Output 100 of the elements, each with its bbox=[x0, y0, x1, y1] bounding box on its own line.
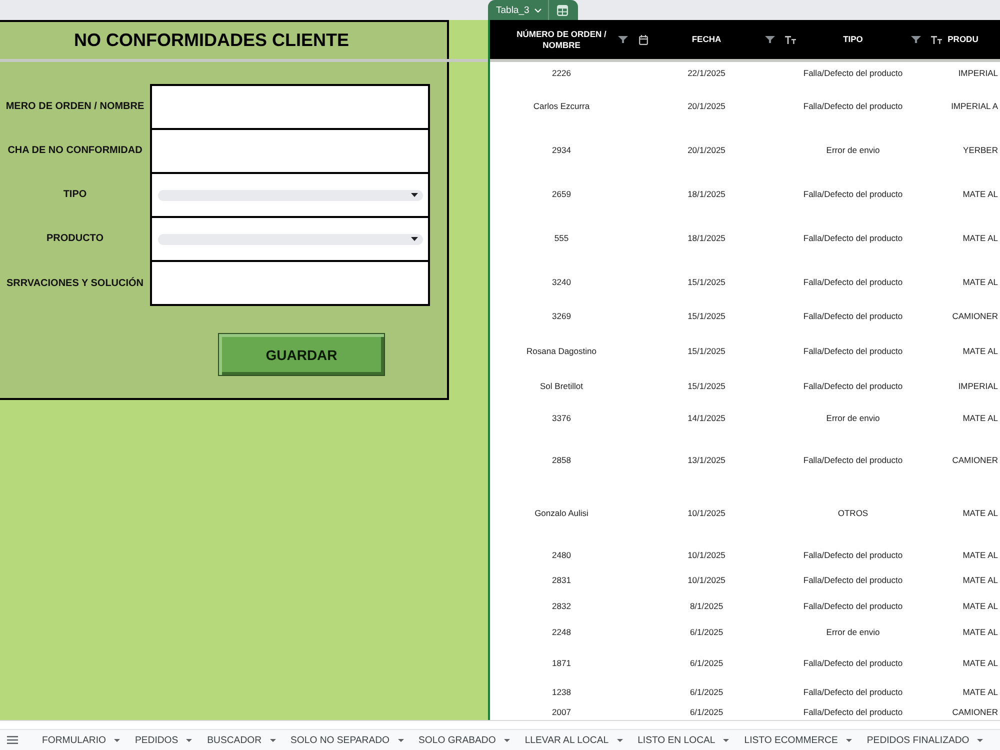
input-field[interactable] bbox=[150, 128, 430, 172]
table-value: 3376 bbox=[552, 413, 571, 423]
filter-icon[interactable] bbox=[911, 36, 921, 43]
caret-icon bbox=[723, 738, 730, 742]
table-value: CAMIONER bbox=[952, 707, 998, 717]
table-value: Sol Bretillot bbox=[540, 381, 583, 391]
table-value: OTROS bbox=[838, 508, 868, 518]
table-value: Falla/Defecto del producto bbox=[803, 101, 903, 111]
table-value: Carlos Ezcurra bbox=[533, 101, 590, 111]
field-label: MERO DE ORDEN / NOMBRE bbox=[6, 100, 144, 112]
table-value: Falla/Defecto del producto bbox=[803, 233, 903, 243]
caret-icon bbox=[398, 738, 404, 742]
table-value: 1238 bbox=[552, 687, 571, 697]
table-value: MATE AL bbox=[962, 658, 998, 668]
sheet-tab[interactable]: LISTO ECOMMERCE bbox=[737, 730, 859, 750]
table-value: Falla/Defecto del producto bbox=[803, 311, 903, 321]
sheet-tab[interactable]: PEDIDOS bbox=[128, 730, 200, 750]
table-value: Falla/Defecto del producto bbox=[803, 550, 903, 560]
caret-icon bbox=[504, 738, 510, 742]
table-value: MATE AL bbox=[962, 233, 998, 243]
field-label: TIPO bbox=[63, 188, 87, 200]
dropdown-field[interactable] bbox=[158, 234, 423, 244]
table-value: 6/1/2025 bbox=[690, 627, 724, 637]
table-value: 10/1/2025 bbox=[688, 508, 726, 518]
table-value: Rosana Dagostino bbox=[526, 346, 596, 356]
table-value: 15/1/2025 bbox=[688, 311, 726, 321]
table-value: MATE AL bbox=[962, 413, 998, 423]
field-label: SRRVACIONES Y SOLUCIÓN bbox=[6, 278, 144, 288]
table-value: 15/1/2025 bbox=[688, 277, 726, 287]
sheet-tab[interactable]: FORMULARIO bbox=[35, 730, 127, 750]
table-value: YERBER bbox=[963, 145, 998, 155]
table-value: 6/1/2025 bbox=[690, 658, 724, 668]
table-value: 13/1/2025 bbox=[688, 455, 726, 465]
table-value: 8/1/2025 bbox=[690, 601, 724, 611]
table-value: 6/1/2025 bbox=[690, 707, 724, 717]
table-value: MATE AL bbox=[962, 627, 998, 637]
table-value: Falla/Defecto del producto bbox=[803, 68, 903, 78]
sheet-tab[interactable]: LLEVAR AL LOCAL bbox=[518, 730, 630, 750]
table-value: Falla/Defecto del producto bbox=[803, 687, 903, 697]
caret-icon bbox=[977, 738, 984, 742]
menu-icon[interactable] bbox=[7, 736, 18, 744]
sheet-tab[interactable]: SOLO GRABADO bbox=[412, 730, 517, 750]
table-value: 555 bbox=[554, 233, 569, 243]
table-value: 2831 bbox=[552, 575, 571, 585]
input-field[interactable] bbox=[150, 84, 430, 128]
filter-icon[interactable] bbox=[765, 36, 775, 43]
table-value: MATE AL bbox=[962, 346, 998, 356]
caret-icon bbox=[411, 193, 418, 197]
column-header: TIPO bbox=[843, 34, 863, 45]
table-value: 22/1/2025 bbox=[688, 68, 726, 78]
table-icon[interactable] bbox=[557, 4, 568, 16]
table-value: MATE AL bbox=[962, 508, 998, 518]
table-value: 2226 bbox=[552, 68, 571, 78]
table-value: Falla/Defecto del producto bbox=[803, 189, 903, 199]
table-value: 2659 bbox=[552, 189, 571, 199]
input-field[interactable] bbox=[150, 260, 430, 306]
table-value: MATE AL bbox=[962, 687, 998, 697]
table-value: Error de envio bbox=[826, 413, 880, 423]
caret-icon bbox=[270, 738, 276, 742]
table-value: 15/1/2025 bbox=[688, 381, 726, 391]
table-value: 2480 bbox=[552, 550, 571, 560]
field-label: PRODUCTO bbox=[46, 232, 104, 244]
table-value: Falla/Defecto del producto bbox=[803, 455, 903, 465]
table-value: IMPERIAL bbox=[958, 381, 998, 391]
table-value: 2832 bbox=[552, 601, 571, 611]
table-value: MATE AL bbox=[962, 277, 998, 287]
table-value: CAMIONER bbox=[952, 455, 998, 465]
table-value: 10/1/2025 bbox=[688, 550, 726, 560]
field-label: CHA DE NO CONFORMIDAD bbox=[8, 144, 142, 156]
save-button[interactable]: GUARDAR bbox=[218, 333, 385, 376]
table-value: Falla/Defecto del producto bbox=[803, 575, 903, 585]
table-value: IMPERIAL bbox=[958, 68, 998, 78]
table-value: 2934 bbox=[552, 145, 571, 155]
caret-icon bbox=[411, 237, 418, 241]
table-value: Falla/Defecto del producto bbox=[803, 381, 903, 391]
column-header: FECHA bbox=[692, 34, 722, 45]
sheet-tab[interactable]: LISTO EN LOCAL bbox=[630, 730, 736, 750]
table-value: Gonzalo Aulisi bbox=[534, 508, 588, 518]
sheet-tab[interactable]: PEDIDOS FINALIZADO bbox=[860, 730, 990, 750]
table-value: 15/1/2025 bbox=[688, 346, 726, 356]
table-value: 6/1/2025 bbox=[690, 687, 724, 697]
caret-icon bbox=[114, 738, 120, 742]
table-value: 3240 bbox=[552, 277, 571, 287]
table-value: 2858 bbox=[552, 455, 571, 465]
table-value: Falla/Defecto del producto bbox=[803, 277, 903, 287]
table-value: 3269 bbox=[552, 311, 571, 321]
text-type-icon bbox=[784, 36, 796, 44]
table-value: MATE AL bbox=[962, 575, 998, 585]
sheet-tab[interactable]: SOLO NO SEPARADO bbox=[284, 730, 411, 750]
form-title: NO CONFORMIDADES CLIENTE bbox=[74, 30, 349, 51]
table-value: 18/1/2025 bbox=[688, 189, 726, 199]
caret-icon bbox=[616, 738, 623, 742]
table-value: Error de envio bbox=[826, 627, 880, 637]
chevron-icon bbox=[534, 8, 542, 12]
sheet-tab[interactable]: BUSCADOR bbox=[200, 730, 283, 750]
table-value: 20/1/2025 bbox=[688, 101, 726, 111]
table-name-button[interactable]: Tabla_3 bbox=[496, 4, 542, 16]
dropdown-field[interactable] bbox=[158, 190, 423, 200]
filter-icon[interactable] bbox=[618, 36, 628, 43]
caret-icon bbox=[186, 738, 192, 742]
